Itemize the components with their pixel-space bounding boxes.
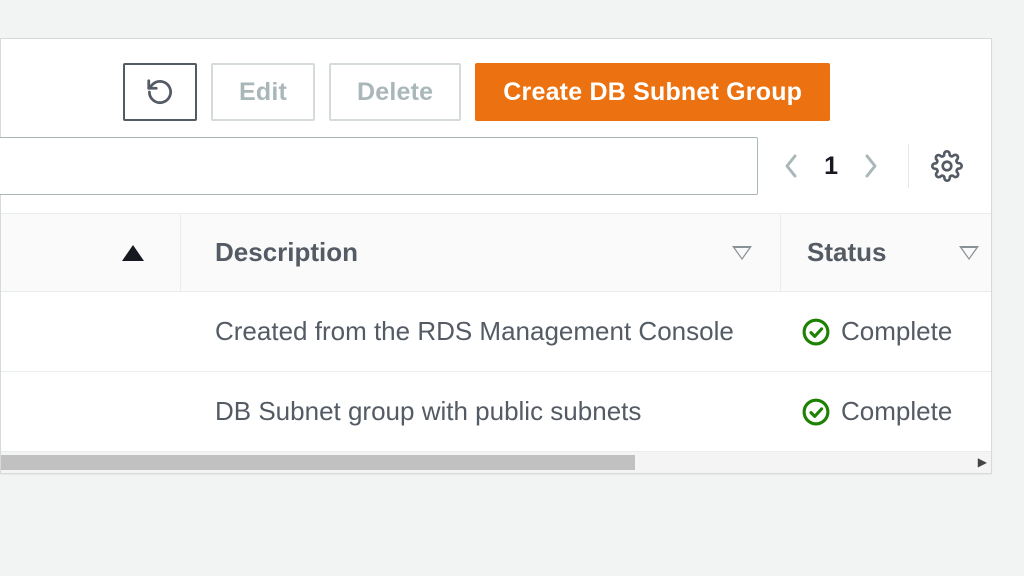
scroll-right-icon[interactable]: ▶ <box>978 455 987 469</box>
action-toolbar: Edit Delete Create DB Subnet Group <box>1 39 991 133</box>
cell-description: Created from the RDS Management Console <box>181 316 781 347</box>
table-row[interactable]: DB Subnet group with public subnets Comp… <box>1 371 991 451</box>
divider <box>908 144 909 188</box>
page-next-button[interactable] <box>856 146 886 186</box>
page-number: 1 <box>824 152 838 181</box>
search-pagination-row: 1 <box>1 133 991 213</box>
column-label: Description <box>215 237 358 268</box>
create-subnet-group-button[interactable]: Create DB Subnet Group <box>475 63 830 121</box>
cell-status: Complete <box>781 316 991 347</box>
sort-asc-icon <box>122 245 144 261</box>
horizontal-scrollbar[interactable]: ▶ <box>1 451 991 473</box>
filter-input[interactable] <box>0 137 758 195</box>
chevron-left-icon <box>783 152 799 180</box>
scrollbar-thumb[interactable] <box>1 455 635 470</box>
chevron-right-icon <box>863 152 879 180</box>
page-prev-button[interactable] <box>776 146 806 186</box>
status-text: Complete <box>841 396 952 427</box>
gear-icon <box>931 150 963 182</box>
column-sort-indicator[interactable] <box>1 214 181 291</box>
pagination: 1 <box>776 146 886 186</box>
column-label: Status <box>807 237 886 268</box>
sort-indicator-icon <box>732 246 752 260</box>
check-circle-icon <box>801 397 831 427</box>
status-text: Complete <box>841 316 952 347</box>
column-header-status[interactable]: Status <box>781 214 991 291</box>
edit-button[interactable]: Edit <box>211 63 315 121</box>
column-header-description[interactable]: Description <box>181 214 781 291</box>
cell-description: DB Subnet group with public subnets <box>181 396 781 427</box>
refresh-icon <box>145 77 175 107</box>
settings-button[interactable] <box>931 150 963 182</box>
check-circle-icon <box>801 317 831 347</box>
sort-indicator-icon <box>959 246 979 260</box>
cell-status: Complete <box>781 396 991 427</box>
table-header: Description Status <box>1 213 991 291</box>
table-row[interactable]: Created from the RDS Management Console … <box>1 291 991 371</box>
delete-button[interactable]: Delete <box>329 63 461 121</box>
refresh-button[interactable] <box>123 63 197 121</box>
subnet-groups-panel: Edit Delete Create DB Subnet Group 1 <box>0 38 992 474</box>
